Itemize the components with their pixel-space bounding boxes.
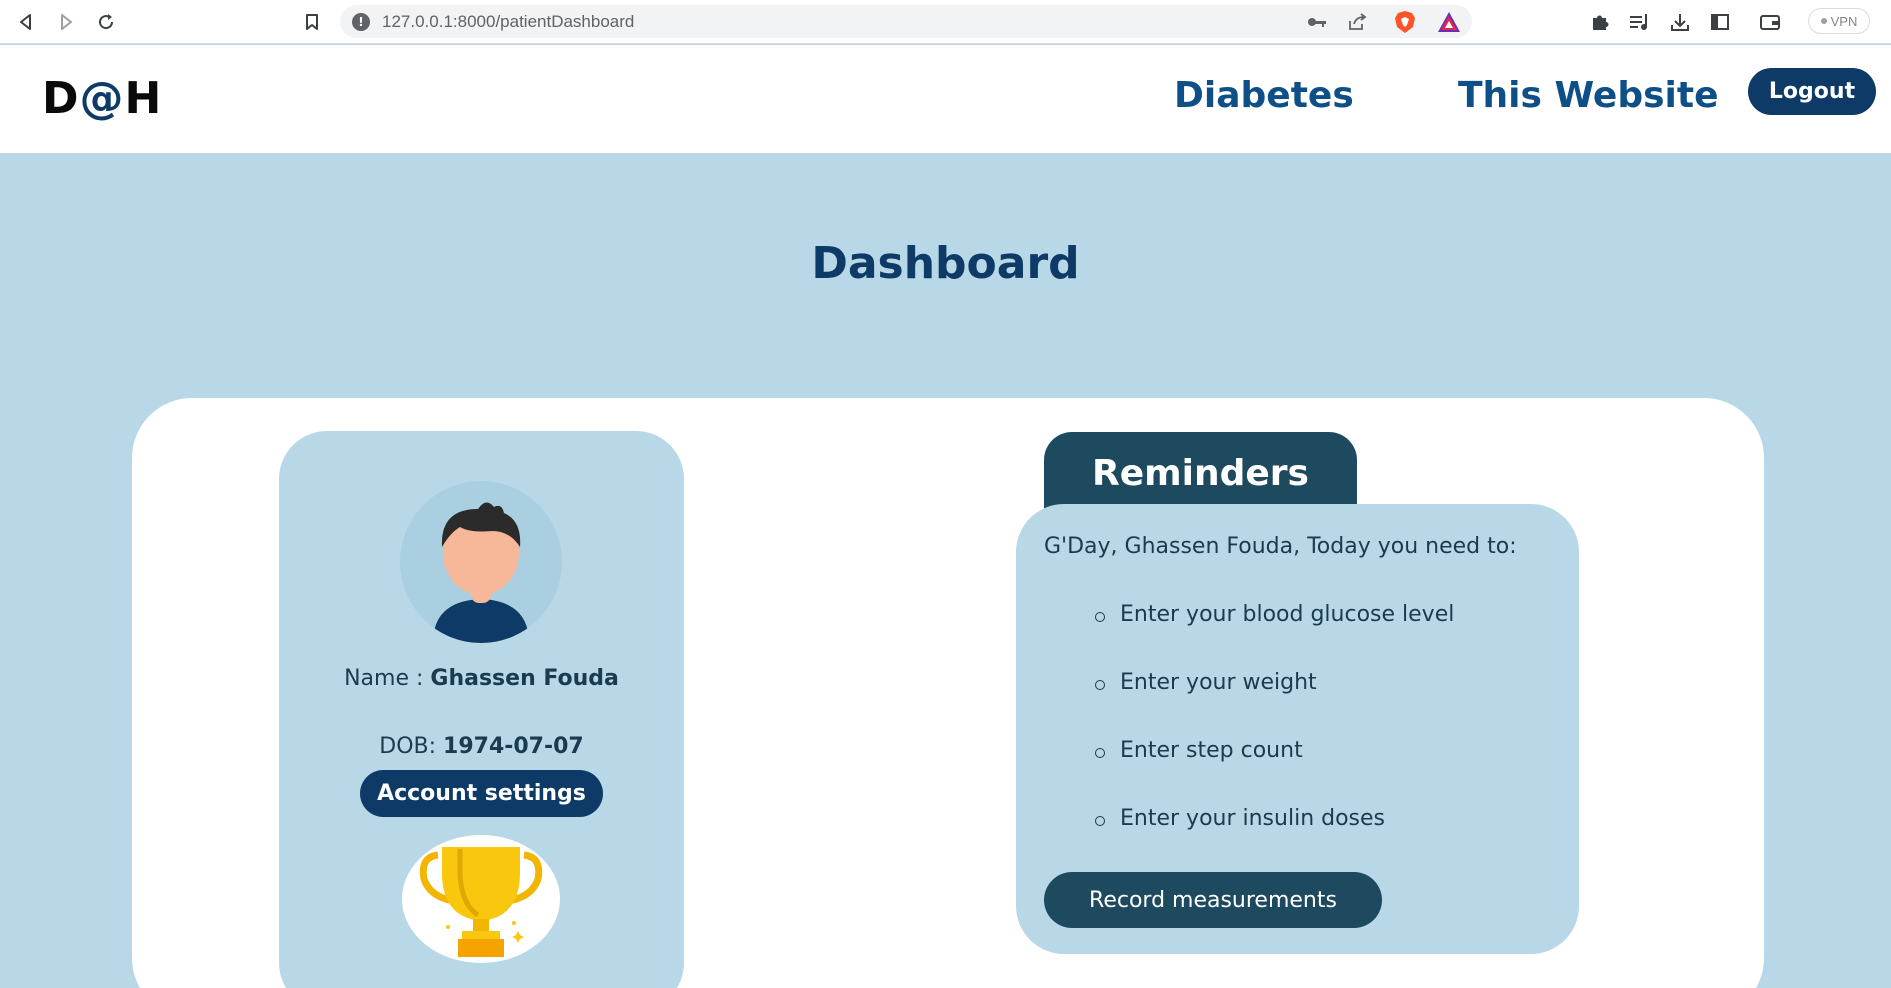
sidebar-icon [1711, 14, 1729, 30]
url-text: 127.0.0.1:8000/patientDashboard [382, 12, 635, 31]
brave-shields-button[interactable] [1392, 9, 1418, 35]
nav-link-diabetes[interactable]: Diabetes [1174, 75, 1354, 116]
bookmark-icon [306, 14, 318, 30]
reminder-item: Enter your weight [1120, 670, 1317, 695]
bullet-icon [1095, 680, 1105, 690]
wallet-icon [1760, 15, 1780, 30]
brave-rewards-button[interactable] [1436, 9, 1462, 35]
reminder-item: Enter your insulin doses [1120, 806, 1386, 831]
back-button[interactable] [12, 8, 40, 36]
site-info-icon[interactable]: ! [352, 13, 370, 31]
downloads-button[interactable] [1667, 9, 1693, 35]
account-settings-button[interactable]: Account settings [360, 770, 603, 817]
trophy-icon [402, 835, 560, 963]
profile-dob: DOB: 1974-07-07 [279, 734, 684, 759]
nav-link-this-website[interactable]: This Website [1458, 75, 1719, 116]
page-title: Dashboard [811, 238, 1080, 289]
key-icon [1308, 18, 1326, 27]
playlist-button[interactable] [1627, 9, 1653, 35]
reminder-item: Enter your blood glucose level [1120, 602, 1455, 627]
site-header: D@H Diabetes This Website Logout [0, 45, 1891, 153]
forward-icon [61, 14, 72, 30]
reminder-item: Enter step count [1120, 738, 1303, 763]
forward-button[interactable] [52, 8, 80, 36]
puzzle-icon [1593, 15, 1609, 30]
logo-letter-d: D [42, 73, 80, 124]
reload-button[interactable] [92, 8, 120, 36]
logo-at: @ [79, 73, 125, 124]
download-icon [1671, 14, 1689, 31]
dob-value: 1974-07-07 [443, 734, 584, 759]
back-icon [20, 14, 31, 30]
wallet-button[interactable] [1757, 9, 1783, 35]
bullet-icon [1095, 612, 1105, 622]
vpn-label: VPN [1830, 13, 1858, 29]
playlist-icon [1630, 14, 1647, 30]
address-bar[interactable]: ! 127.0.0.1:8000/patientDashboard [340, 5, 1472, 38]
reminders-greeting: G'Day, Ghassen Fouda, Today you need to: [1044, 534, 1517, 559]
brave-lion-icon [1395, 11, 1415, 33]
sidebar-button[interactable] [1707, 9, 1733, 35]
vpn-button[interactable]: VPN [1808, 8, 1870, 34]
share-button[interactable] [1344, 9, 1370, 35]
record-measurements-button[interactable]: Record measurements [1044, 872, 1382, 928]
reminders-tab: Reminders [1044, 432, 1357, 512]
vpn-status-dot [1820, 18, 1827, 24]
browser-toolbar: ! 127.0.0.1:8000/patientDashboard VPN [0, 0, 1891, 44]
site-logo[interactable]: D@H [42, 73, 162, 124]
user-avatar-icon [400, 481, 562, 643]
bullet-icon [1095, 748, 1105, 758]
name-label: Name : [344, 666, 431, 691]
bullet-icon [1095, 816, 1105, 826]
logo-letter-h: H [124, 73, 163, 124]
rewards-triangle-icon [1438, 12, 1460, 32]
logout-button[interactable]: Logout [1748, 68, 1876, 115]
reload-icon [99, 14, 114, 30]
password-key-button[interactable] [1304, 9, 1330, 35]
extensions-button[interactable] [1587, 9, 1613, 35]
dob-label: DOB: [379, 734, 444, 759]
share-icon [1349, 13, 1367, 30]
profile-name: Name : Ghassen Fouda [279, 666, 684, 691]
bookmark-button[interactable] [298, 8, 326, 36]
name-value: Ghassen Fouda [430, 666, 619, 691]
